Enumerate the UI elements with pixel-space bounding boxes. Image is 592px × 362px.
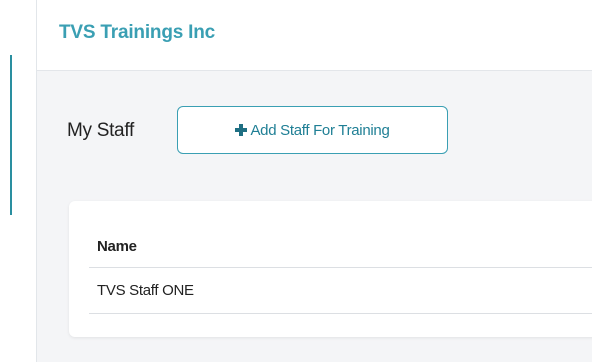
section-title: My Staff (67, 120, 134, 141)
staff-card: Name TVS Staff ONE (69, 201, 592, 337)
main-content: TVS Trainings Inc My Staff Add Staff For… (37, 0, 592, 362)
page-header: TVS Trainings Inc (37, 0, 592, 71)
add-staff-button-label: Add Staff For Training (250, 121, 390, 139)
plus-icon (235, 124, 248, 136)
staff-name-cell: TVS Staff ONE (89, 267, 592, 314)
organization-name: TVS Trainings Inc (59, 22, 216, 43)
add-staff-button[interactable]: Add Staff For Training (177, 106, 448, 154)
column-header-name[interactable]: Name (89, 225, 592, 268)
page: TVS Trainings Inc My Staff Add Staff For… (0, 0, 592, 362)
staff-table: Name TVS Staff ONE (89, 225, 592, 314)
table-header-row: Name (89, 225, 592, 268)
table-row[interactable]: TVS Staff ONE (89, 267, 592, 314)
sidebar-active-indicator (10, 55, 12, 215)
